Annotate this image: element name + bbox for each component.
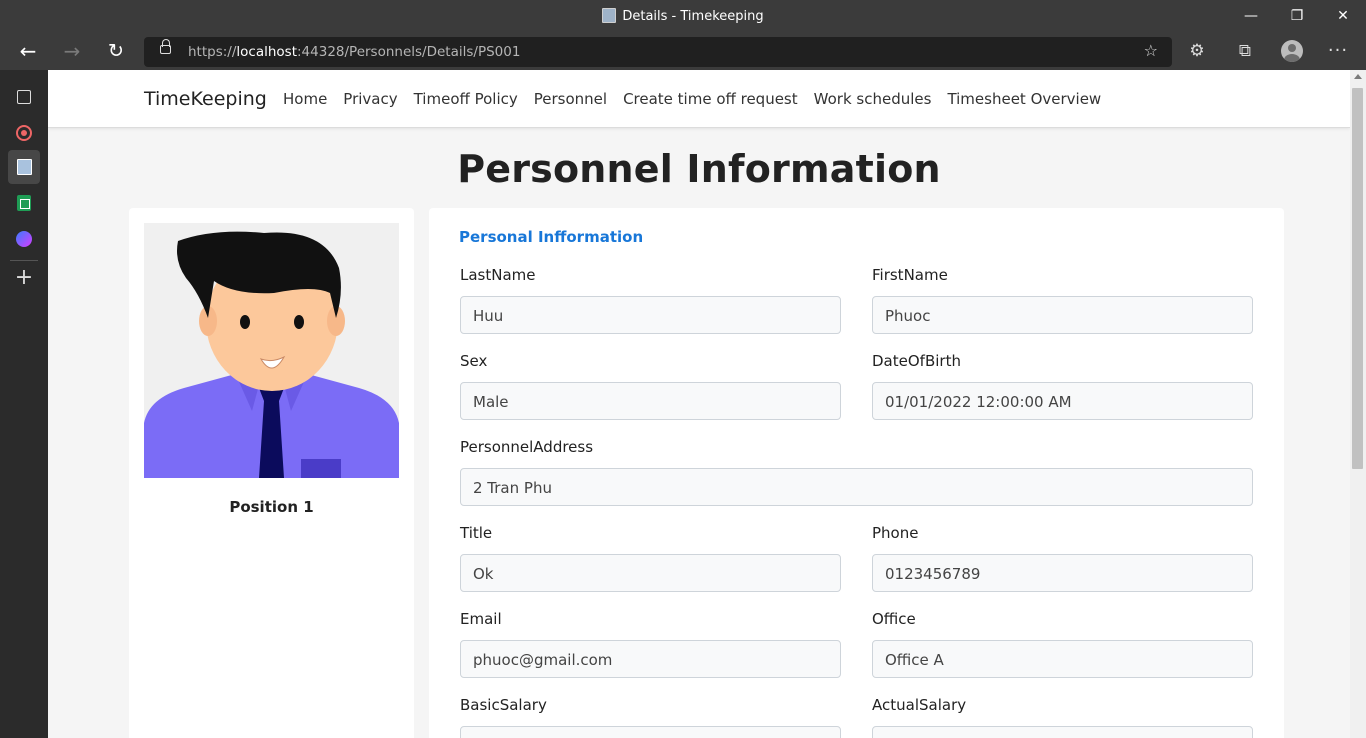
avatar-illustration: [144, 223, 399, 478]
phone-label: Phone: [872, 524, 919, 542]
phone-field[interactable]: 0123456789: [872, 554, 1253, 592]
minimize-button[interactable]: —: [1228, 0, 1274, 33]
address-label: PersonnelAddress: [460, 438, 594, 456]
brand-link[interactable]: TimeKeeping: [144, 88, 267, 110]
sex-label: Sex: [460, 352, 488, 370]
record-tab-icon[interactable]: [8, 116, 40, 148]
page-icon: [602, 8, 617, 23]
nav-link-home[interactable]: Home: [283, 90, 327, 108]
position-label: Position 1: [229, 498, 314, 516]
forward-button[interactable]: →: [56, 35, 88, 67]
address-bar[interactable]: https://localhost:44328/Personnels/Detai…: [144, 37, 1172, 67]
extensions-icon[interactable]: ⚙: [1181, 35, 1213, 67]
first-name-field[interactable]: Phuoc: [872, 296, 1253, 334]
lock-icon[interactable]: [160, 39, 171, 54]
nav-link-privacy[interactable]: Privacy: [343, 90, 397, 108]
window-title: Details - Timekeeping: [0, 8, 1366, 24]
new-tab-icon[interactable]: +: [8, 262, 40, 294]
page-viewport: TimeKeeping Home Privacy Timeoff Policy …: [48, 70, 1350, 738]
first-name-label: FirstName: [872, 266, 948, 284]
url-host: localhost: [236, 44, 297, 60]
scroll-up-arrow-icon[interactable]: [1354, 74, 1362, 79]
last-name-field[interactable]: Huu: [460, 296, 841, 334]
nav-link-work-schedules[interactable]: Work schedules: [814, 90, 932, 108]
basic-salary-field[interactable]: [460, 726, 841, 738]
back-button[interactable]: ←: [12, 35, 44, 67]
title-field[interactable]: Ok: [460, 554, 841, 592]
nav-link-create-time-off[interactable]: Create time off request: [623, 90, 798, 108]
close-window-button[interactable]: ✕: [1320, 0, 1366, 33]
email-field[interactable]: phuoc@gmail.com: [460, 640, 841, 678]
last-name-label: LastName: [460, 266, 536, 284]
nav-link-timesheet-overview[interactable]: Timesheet Overview: [947, 90, 1101, 108]
messenger-tab-icon[interactable]: [8, 222, 40, 254]
office-label: Office: [872, 610, 916, 628]
url-text[interactable]: https://localhost:44328/Personnels/Detai…: [188, 44, 520, 60]
restore-button[interactable]: ❐: [1274, 0, 1320, 33]
office-field[interactable]: Office A: [872, 640, 1253, 678]
profile-button[interactable]: [1276, 35, 1308, 67]
tab-actions-icon[interactable]: [8, 80, 40, 112]
email-label: Email: [460, 610, 502, 628]
sheets-tab-icon[interactable]: [8, 186, 40, 218]
nav-link-personnel[interactable]: Personnel: [534, 90, 607, 108]
section-title: Personal Infformation: [459, 228, 644, 246]
actual-salary-label: ActualSalary: [872, 696, 967, 714]
nav-links: Home Privacy Timeoff Policy Personnel Cr…: [283, 90, 1117, 108]
title-label: Title: [460, 524, 493, 542]
refresh-button[interactable]: ↻: [100, 35, 132, 67]
window-title-text: Details - Timekeeping: [622, 9, 764, 24]
url-path: :44328/Personnels/Details/PS001: [297, 44, 521, 60]
page-title: Personnel Information: [457, 147, 941, 191]
profile-avatar-icon: [1281, 40, 1303, 62]
sidebar-divider: [10, 260, 38, 261]
profile-card: Position 1: [129, 208, 414, 738]
address-field[interactable]: 2 Tran Phu: [460, 468, 1253, 506]
more-menu-icon[interactable]: ···: [1322, 35, 1354, 67]
sex-field[interactable]: Male: [460, 382, 841, 420]
vertical-tabs-sidebar: +: [0, 70, 48, 738]
add-favorite-icon[interactable]: ☆: [1144, 41, 1158, 60]
window-title-bar: Details - Timekeeping — ❐ ✕: [0, 0, 1366, 33]
url-prefix: https://: [188, 44, 237, 60]
active-tab-icon[interactable]: [8, 150, 40, 184]
collections-icon[interactable]: ⧉: [1229, 35, 1261, 67]
site-navbar: TimeKeeping Home Privacy Timeoff Policy …: [48, 70, 1350, 128]
avatar-image: [144, 223, 399, 478]
scroll-thumb[interactable]: [1352, 88, 1363, 469]
date-of-birth-label: DateOfBirth: [872, 352, 961, 370]
personal-info-card: Personal Infformation LastName Huu First…: [429, 208, 1284, 738]
page-scrollbar[interactable]: [1350, 70, 1366, 738]
browser-toolbar: ← → ↻ https://localhost:44328/Personnels…: [0, 33, 1366, 70]
nav-link-timeoff-policy[interactable]: Timeoff Policy: [414, 90, 518, 108]
basic-salary-label: BasicSalary: [460, 696, 547, 714]
actual-salary-field[interactable]: [872, 726, 1253, 738]
date-of-birth-field[interactable]: 01/01/2022 12:00:00 AM: [872, 382, 1253, 420]
